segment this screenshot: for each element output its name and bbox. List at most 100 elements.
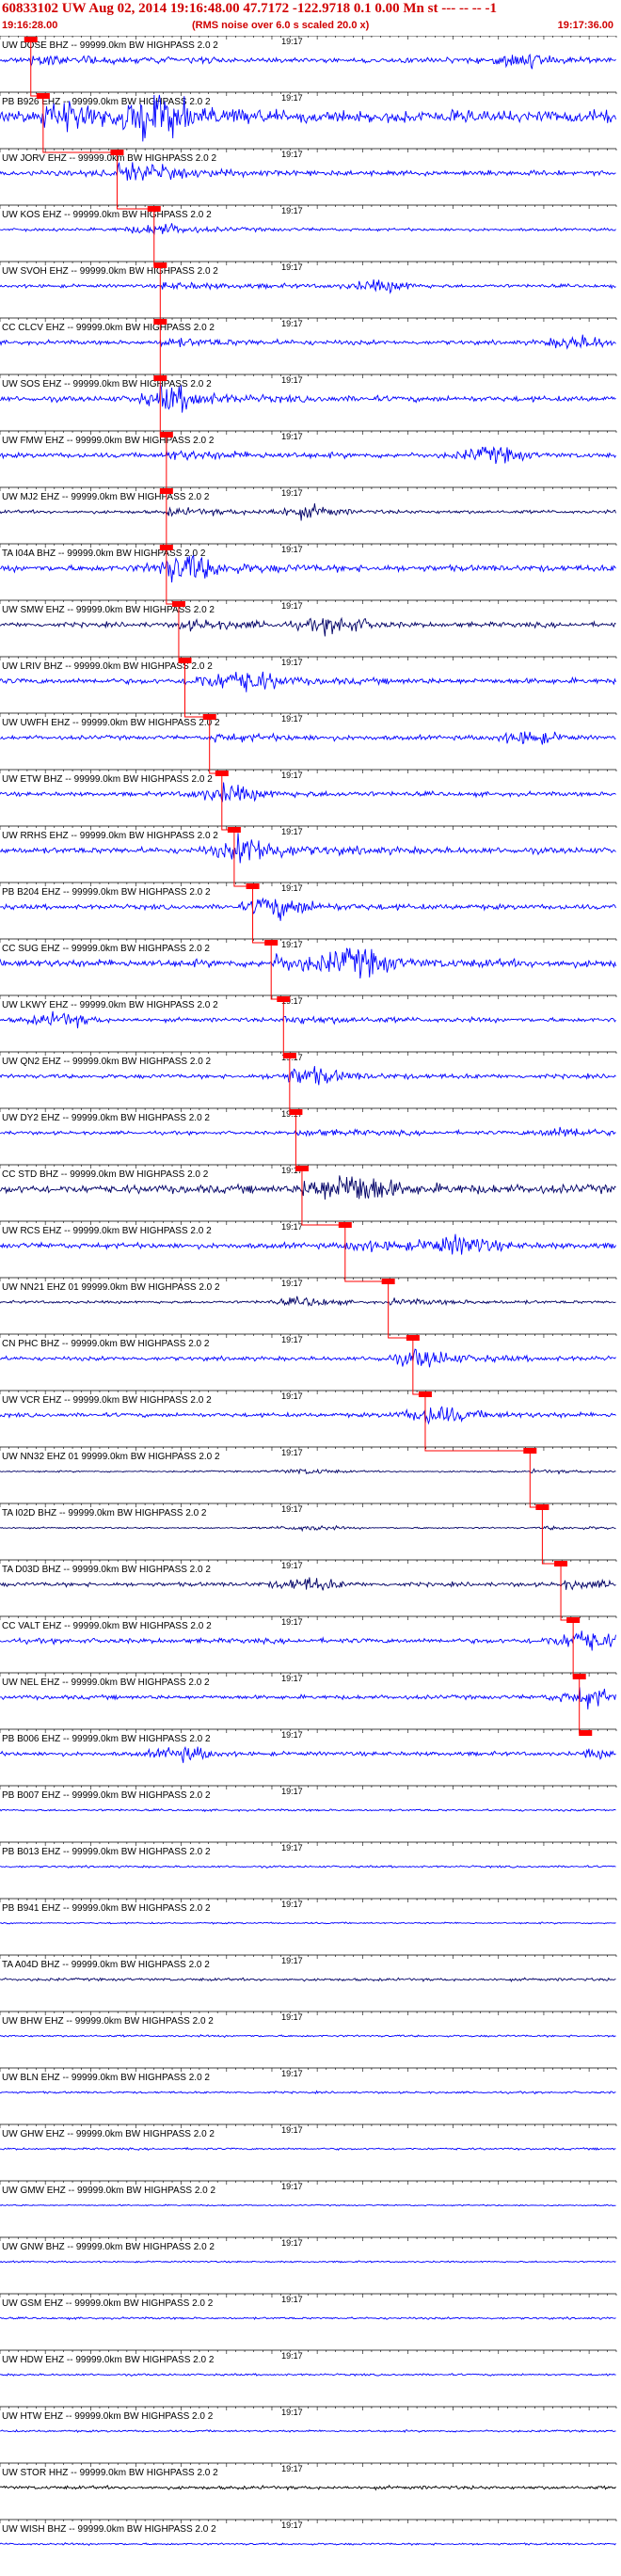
time-mid-label: 19:17	[281, 2182, 303, 2191]
time-mid-label: 19:17	[281, 545, 303, 554]
channel-label: UW RCS EHZ -- 99999.0km BW HIGHPASS 2.0 …	[2, 1226, 212, 1236]
waveform	[0, 2428, 616, 2434]
pick-moveout-line	[30, 40, 586, 1734]
channel-label: UW HDW EHZ -- 99999.0km BW HIGHPASS 2.0 …	[2, 2355, 215, 2365]
channel-label: UW NN32 EHZ 01 99999.0km BW HIGHPASS 2.0…	[2, 1452, 220, 1462]
channel-label: UW GNW BHZ -- 99999.0km BW HIGHPASS 2.0 …	[2, 2242, 215, 2252]
channel-trace: 19:17 UW RRHS EHZ -- 99999.0km BW HIGHPAS…	[0, 825, 617, 864]
channel-label: UW MJ2 EHZ -- 99999.0km BW HIGHPASS 2.0 …	[2, 492, 210, 502]
waveform	[0, 2034, 616, 2039]
channel-trace: 19:17 TA I04A BHZ -- 99999.0km BW HIGHPAS…	[0, 543, 617, 583]
waveform	[0, 279, 616, 294]
channel-label: TA D03D BHZ -- 99999.0km BW HIGHPASS 2.0…	[2, 1565, 211, 1575]
channel-trace: 19:17 UW HTW EHZ -- 99999.0km BW HIGHPASS…	[0, 2406, 617, 2434]
waveform	[0, 1921, 616, 1925]
channel-trace: 19:17 PB B941 EHZ -- 99999.0km BW HIGHPAS…	[0, 1898, 617, 1925]
waveform	[0, 53, 616, 70]
channel-label: TA A04D BHZ -- 99999.0km BW HIGHPASS 2.0…	[2, 1960, 210, 1970]
time-mid-label: 19:17	[281, 601, 303, 611]
waveform	[0, 2146, 616, 2152]
channel-trace: 19:17 UW RCS EHZ -- 99999.0km BW HIGHPASS…	[0, 1220, 617, 1255]
waveform	[0, 554, 616, 583]
time-mid-label: 19:17	[281, 1391, 303, 1401]
channel-trace: 19:17 CC SUG EHZ -- 99999.0km BW HIGHPASS…	[0, 938, 617, 979]
time-mid-label: 19:17	[281, 488, 303, 498]
channel-label: CC CLCV EHZ -- 99999.0km BW HIGHPASS 2.0…	[2, 323, 215, 333]
channel-trace: 19:17 UW JORV EHZ -- 99999.0km BW HIGHPAS…	[0, 148, 617, 181]
waveform	[0, 1865, 616, 1869]
waveform	[0, 1296, 616, 1307]
channel-label: UW ETW BHZ -- 99999.0km BW HIGHPASS 2.0 …	[2, 774, 213, 785]
channel-label: UW GMW EHZ -- 99999.0km BW HIGHPASS 2.0 …	[2, 2186, 216, 2196]
channel-trace: 19:17UW SMW EHZ -- 99999.0km BW HIGHPASS…	[0, 599, 617, 637]
channel-trace: 19:17 UW GMW EHZ -- 99999.0km BW HIGHPASS…	[0, 2180, 617, 2207]
channel-trace: 19:17 UW NN21 EHZ 01 99999.0km BW HIGHPAS…	[0, 1277, 617, 1307]
waveform	[0, 1126, 616, 1137]
channel-label: PB B007 EHZ -- 99999.0km BW HIGHPASS 2.0…	[2, 1790, 211, 1801]
waveform	[0, 162, 616, 181]
time-mid-label: 19:17	[281, 206, 303, 215]
channel-label: UW SVOH EHZ -- 99999.0km BW HIGHPASS 2.0…	[2, 266, 218, 277]
time-mid-label: 19:17	[281, 1335, 303, 1344]
time-mid-label: 19:17	[281, 2295, 303, 2304]
channel-trace: 19:17 UW FMW EHZ -- 99999.0km BW HIGHPASS…	[0, 430, 617, 465]
time-mid-label: 19:17	[281, 2464, 303, 2473]
time-mid-label: 19:17	[281, 658, 303, 667]
channel-label: PB B204 EHZ -- 99999.0km BW HIGHPASS 2.0…	[2, 887, 211, 898]
channel-trace: 19:17 UW GNW BHZ -- 99999.0km BW HIGHPASS…	[0, 2236, 617, 2264]
time-mid-label: 19:17	[281, 1222, 303, 1232]
waveform	[0, 1807, 616, 1813]
time-mid-label: 19:17	[281, 940, 303, 949]
waveform	[0, 223, 616, 236]
waveform	[0, 897, 616, 921]
channel-trace: 19:17 UW MJ2 EHZ -- 99999.0km BW HIGHPASS…	[0, 486, 617, 521]
time-mid-label: 19:17	[281, 2012, 303, 2022]
channel-label: CC VALT EHZ -- 99999.0km BW HIGHPASS 2.0…	[2, 1621, 212, 1631]
channel-trace: 19:17 UW BHW EHZ -- 99999.0km BW HIGHPASS…	[0, 2011, 617, 2039]
channel-label: UW QN2 EHZ -- 99999.0km BW HIGHPASS 2.0 …	[2, 1057, 212, 1067]
channel-trace: 19:17 TA A04D BHZ -- 99999.0km BW HIGHPAS…	[0, 1954, 617, 1982]
waveform	[0, 2484, 616, 2491]
time-mid-label: 19:17	[281, 2069, 303, 2078]
time-mid-label: 19:17	[281, 1674, 303, 1683]
time-mid-label: 19:17	[281, 150, 303, 159]
channel-label: UW RRHS EHZ -- 99999.0km BW HIGHPASS 2.0…	[2, 831, 218, 841]
channel-label: UW NEL EHZ -- 99999.0km BW HIGHPASS 2.0 …	[2, 1678, 210, 1688]
waveform	[0, 2260, 616, 2264]
channel-label: UW VCR EHZ -- 99999.0km BW HIGHPASS 2.0 …	[2, 1395, 212, 1406]
channel-trace: 19:17 TA I02D BHZ -- 99999.0km BW HIGHPAS…	[0, 1503, 617, 1533]
channel-trace: 19:17 UW VCR EHZ -- 99999.0km BW HIGHPASS…	[0, 1390, 617, 1425]
channel-label: UW GHW EHZ -- 99999.0km BW HIGHPASS 2.0 …	[2, 2129, 215, 2139]
waveform	[0, 1577, 616, 1591]
waveform	[0, 1348, 616, 1368]
time-mid-label: 19:17	[281, 1956, 303, 1965]
channel-label: UW BLN EHZ -- 99999.0km BW HIGHPASS 2.0 …	[2, 2073, 210, 2083]
channel-trace: 19:17 UW NEL EHZ -- 99999.0km BW HIGHPASS…	[0, 1672, 617, 1709]
waveform	[0, 502, 616, 521]
waveform	[0, 1010, 616, 1029]
time-mid-label: 19:17	[281, 1900, 303, 1909]
waveform	[0, 2373, 616, 2377]
waveform	[0, 731, 616, 745]
channel-label: UW UWFH EHZ -- 99999.0km BW HIGHPASS 2.0…	[2, 718, 220, 728]
channel-trace: 19:17UW DY2 EHZ -- 99999.0km BW HIGHPASS…	[0, 1107, 617, 1137]
channel-label: TA I04A BHZ -- 99999.0km BW HIGHPASS 2.0…	[2, 549, 206, 559]
waveform	[0, 1977, 616, 1982]
channel-trace: 19:17 UW WISH BHZ -- 99999.0km BW HIGHPAS…	[0, 2519, 617, 2547]
channel-label: UW BHW EHZ -- 99999.0km BW HIGHPASS 2.0 …	[2, 2016, 214, 2027]
channel-trace: 19:17 PB B204 EHZ -- 99999.0km BW HIGHPAS…	[0, 882, 617, 921]
channel-trace: 19:17 UW BLN EHZ -- 99999.0km BW HIGHPASS…	[0, 2067, 617, 2095]
time-mid-label: 19:17	[281, 1787, 303, 1796]
end-time: 19:17:36.00	[557, 20, 613, 31]
channel-trace: 19:17 PB B006 EHZ -- 99999.0km BW HIGHPAS…	[0, 1728, 617, 1763]
waveform	[0, 616, 616, 637]
channel-trace: 19:17 CN PHC BHZ -- 99999.0km BW HIGHPASS…	[0, 1333, 617, 1368]
channel-label: PB B926 EHZ -- 99999.0km BW HIGHPASS 2.0…	[2, 97, 211, 107]
channel-label: CC STD BHZ -- 99999.0km BW HIGHPASS 2.0 …	[2, 1169, 209, 1180]
waveform	[0, 1524, 616, 1533]
channel-trace: 19:17 CC VALT EHZ -- 99999.0km BW HIGHPAS…	[0, 1615, 617, 1651]
waveform	[0, 1745, 616, 1763]
time-mid-label: 19:17	[281, 2408, 303, 2417]
time-mid-label: 19:17	[281, 375, 303, 385]
channel-trace: 19:17 UW SVOH EHZ -- 99999.0km BW HIGHPAS…	[0, 261, 617, 294]
